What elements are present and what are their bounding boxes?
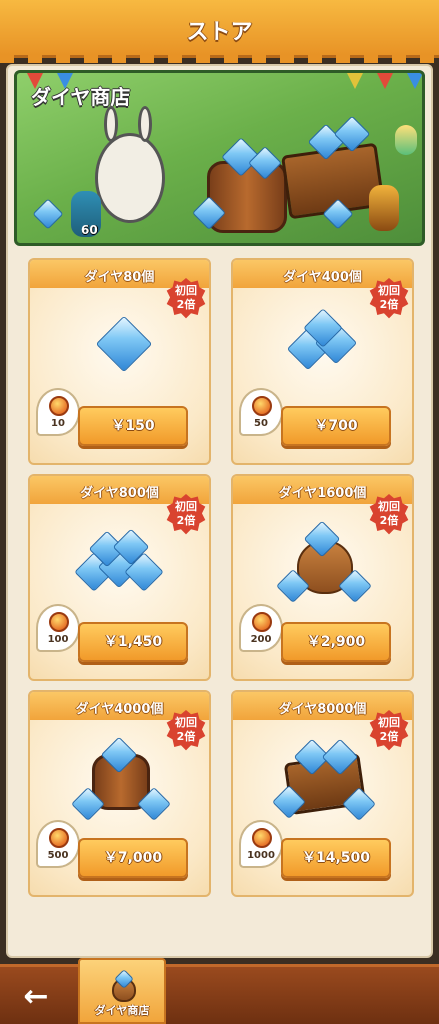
bottom-nav: ←	[0, 964, 439, 1024]
rabbit-character-illustration	[95, 106, 165, 223]
buy-button[interactable]: ￥700	[281, 406, 391, 446]
diamond-sack-illustration	[273, 520, 373, 612]
diamond-bag-icon	[108, 969, 138, 1002]
diamond-icon	[95, 315, 153, 373]
bonus-amount: 10	[51, 418, 65, 429]
bonus-coin-bubble: 1000	[239, 820, 283, 868]
badge-line2: 2倍	[176, 730, 196, 743]
diamond-barrel-illustration	[70, 736, 171, 828]
buy-button[interactable]: ￥7,000	[78, 838, 188, 878]
store-panel: ダイヤ商店 60 ダイヤ80個 初回 2倍 10 ￥150 ダイヤ400個 初回…	[6, 64, 433, 958]
bonus-coin-bubble: 100	[36, 604, 80, 652]
bonus-coin-bubble: 10	[36, 388, 80, 436]
coin-icon	[49, 396, 69, 416]
diamonds-illustration	[273, 306, 373, 396]
badge-line2: 2倍	[379, 514, 399, 527]
header-bar: ストア	[0, 0, 439, 63]
back-arrow-icon[interactable]: ←	[8, 977, 64, 1017]
diamond-icon	[32, 198, 64, 230]
product-card-4000[interactable]: ダイヤ4000個 初回 2倍 500 ￥7,000	[28, 690, 211, 897]
tab-diamond-shop[interactable]: ダイヤ商店	[78, 958, 166, 1024]
badge-line2: 2倍	[176, 298, 196, 311]
bonus-coin-bubble: 50	[239, 388, 283, 436]
bonus-amount: 1000	[247, 850, 275, 861]
product-card-400[interactable]: ダイヤ400個 初回 2倍 50 ￥700	[231, 258, 414, 465]
character-level-text: 60	[81, 223, 98, 237]
shop-banner: ダイヤ商店 60	[14, 70, 425, 246]
diamond-pile-illustration	[70, 522, 170, 612]
product-card-800[interactable]: ダイヤ800個 初回 2倍 100 ￥1,450	[28, 474, 211, 681]
coin-icon	[49, 828, 69, 848]
banner-title: ダイヤ商店	[31, 85, 131, 109]
bonus-coin-bubble: 200	[239, 604, 283, 652]
coin-icon	[49, 612, 69, 632]
buy-button[interactable]: ￥14,500	[281, 838, 391, 878]
tab-label: ダイヤ商店	[94, 1004, 150, 1017]
product-card-1600[interactable]: ダイヤ1600個 初回 2倍 200 ￥2,900	[231, 474, 414, 681]
buy-button[interactable]: ￥2,900	[281, 622, 391, 662]
bonus-coin-bubble: 500	[36, 820, 80, 868]
diamond-illustration	[70, 306, 170, 396]
coin-icon	[252, 612, 272, 632]
buy-button[interactable]: ￥1,450	[78, 622, 188, 662]
bonus-amount: 500	[47, 850, 69, 861]
product-card-80[interactable]: ダイヤ80個 初回 2倍 10 ￥150	[28, 258, 211, 465]
diamond-chest-illustration	[272, 738, 376, 828]
hero-character-right	[369, 185, 399, 231]
coin-icon	[252, 396, 272, 416]
fairy-character	[395, 125, 417, 155]
barrel-illustration	[207, 161, 287, 233]
badge-line2: 2倍	[379, 298, 399, 311]
bonus-amount: 50	[254, 418, 268, 429]
buy-button[interactable]: ￥150	[78, 406, 188, 446]
product-card-8000[interactable]: ダイヤ8000個 初回 2倍 1000 ￥14,500	[231, 690, 414, 897]
bonus-amount: 200	[250, 634, 272, 645]
bonus-amount: 100	[47, 634, 69, 645]
page-title: ストア	[186, 20, 253, 45]
badge-line2: 2倍	[176, 514, 196, 527]
coin-icon	[252, 828, 272, 848]
badge-line2: 2倍	[379, 730, 399, 743]
